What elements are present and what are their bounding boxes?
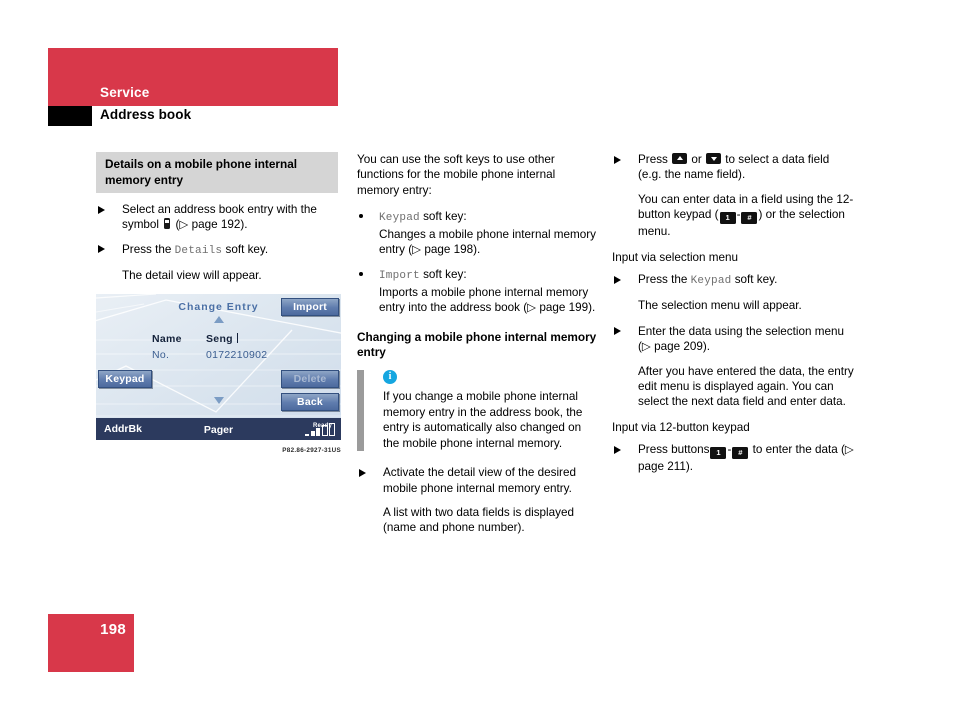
screen-row-label-name: Name <box>152 332 182 345</box>
figure-caption: P82.86-2927-31US <box>282 446 341 454</box>
col1-step-press-details: Press the Details soft key. <box>96 242 338 259</box>
column-two: You can use the soft keys to use other f… <box>357 152 599 546</box>
info-icon: i <box>383 370 397 385</box>
step-triangle-icon <box>98 205 105 214</box>
col3-step1-text-a: Press <box>638 153 668 166</box>
keypad-hash-button-icon: # <box>732 447 749 460</box>
screen-row-value-number[interactable]: 0172210902 <box>206 348 267 363</box>
screen-row-label-number: No. <box>152 348 170 361</box>
page-number-box: 198 <box>48 614 134 672</box>
column-three: Press or to select a data field (e.g. th… <box>612 152 854 484</box>
col2-bullet-keypad: Keypad soft key: Changes a mobile phone … <box>357 209 599 257</box>
col3-step2-text-b: soft key. <box>734 273 778 287</box>
col3-subheading-12-button-keypad: Input via 12-button keypad <box>612 420 750 434</box>
softkey-import[interactable]: Import <box>281 297 339 316</box>
col2-info-note: i If you change a mobile phone internal … <box>357 370 599 452</box>
screen-row-value-name[interactable]: Seng <box>206 332 239 347</box>
step-triangle-icon <box>614 445 621 454</box>
mobile-phone-icon <box>164 218 171 230</box>
col2-heading-changing-entry: Changing a mobile phone internal memory … <box>357 329 597 360</box>
softkey-back[interactable]: Back <box>281 392 339 411</box>
step-triangle-icon <box>98 245 105 254</box>
col2-intro-paragraph: You can use the soft keys to use other f… <box>357 153 556 197</box>
chapter-header-bar: Service <box>48 48 338 106</box>
keypad-hash-button-icon: # <box>741 212 758 225</box>
arrow-up-button-icon <box>672 153 688 164</box>
col3-step4-text-a: Press buttons <box>638 443 710 457</box>
col2-bullet1-key: Keypad <box>379 212 420 225</box>
col1-softkey-details-label: Details <box>174 244 223 257</box>
col3-subheading-selection-menu: Input via selection menu <box>612 250 739 264</box>
step-triangle-icon <box>359 468 366 477</box>
col2-step1-result: A list with two data fields is displayed… <box>383 505 574 535</box>
col3-step2-text-a: Press the <box>638 273 688 287</box>
col3-step2-result: The selection menu will appear. <box>638 299 802 313</box>
col3-step-enter-data-selection: Enter the data using the selection menu … <box>612 324 854 355</box>
keypad-one-button-icon: 1 <box>710 447 727 460</box>
section-title: Address book <box>100 107 192 122</box>
col2-bullet1-suffix: soft key: <box>423 210 467 224</box>
col3-softkey-keypad-label: Keypad <box>690 275 732 288</box>
col1-step-select-entry: Select an address book entry with the sy… <box>96 202 338 233</box>
signal-strength-icon <box>305 422 335 436</box>
step-triangle-icon <box>614 327 621 336</box>
col3-step-press-arrows: Press or to select a data field (e.g. th… <box>612 152 854 183</box>
col2-bullet-import: Import soft key: Imports a mobile phone … <box>357 267 599 315</box>
col3-paragraph-enter-data: You can enter data in a field using the … <box>612 192 854 240</box>
col1-step1-text-b: (▷ page 192). <box>175 218 248 232</box>
col1-step2-text-b: soft key. <box>225 242 269 256</box>
col3-step3-text: Enter the data using the selection menu … <box>638 324 844 354</box>
col3-step-press-buttons: Press buttons 1- # to enter the data (▷ pa… <box>612 442 854 474</box>
col3-step3-result: After you have entered the data, the ent… <box>638 364 854 409</box>
softkey-delete[interactable]: Delete <box>281 369 339 388</box>
column-one: Details on a mobile phone internal memor… <box>96 152 341 462</box>
arrow-down-button-icon <box>706 153 722 164</box>
screen-status-bar: AddrBk Pager Ready <box>96 417 341 440</box>
col2-bullet2-text: Imports a mobile phone internal memory e… <box>379 285 596 315</box>
col1-gray-heading: Details on a mobile phone internal memor… <box>96 152 338 193</box>
step-triangle-icon <box>614 275 621 284</box>
col3-step4-key-dash: - <box>727 443 732 457</box>
figure-screen-illustration: Change Entry Name Seng No. 0172210902 Im… <box>96 293 341 458</box>
bullet-dot-icon <box>359 214 363 219</box>
step-triangle-icon <box>614 155 621 164</box>
col2-note-text: If you change a mobile phone internal me… <box>383 390 583 450</box>
col3-key-dash: - <box>736 208 741 222</box>
scroll-up-indicator-icon <box>213 315 224 323</box>
note-side-bar <box>357 370 364 452</box>
keypad-one-button-icon: 1 <box>719 212 736 225</box>
col2-step1-text: Activate the detail view of the desired … <box>383 466 576 495</box>
col2-step-activate-detail-view: Activate the detail view of the desired … <box>357 465 599 496</box>
page-number: 198 <box>100 621 126 638</box>
col3-step-press-keypad: Press the Keypad soft key. <box>612 272 854 289</box>
scroll-down-indicator-icon <box>213 396 224 404</box>
device-screen: Change Entry Name Seng No. 0172210902 Im… <box>96 293 341 440</box>
section-marker-block <box>48 106 92 126</box>
col2-bullet2-key: Import <box>379 270 420 283</box>
softkey-keypad[interactable]: Keypad <box>98 369 152 388</box>
col1-step2-text-a: Press the <box>122 242 172 256</box>
text-cursor-icon <box>236 332 239 343</box>
bullet-dot-icon <box>359 272 363 277</box>
col2-bullet1-text: Changes a mobile phone internal memory e… <box>379 227 596 257</box>
col3-step1-or: or <box>691 153 702 166</box>
chapter-title: Service <box>100 85 150 100</box>
col1-step2-result: The detail view will appear. <box>122 269 262 283</box>
col2-bullet2-suffix: soft key: <box>423 268 467 282</box>
